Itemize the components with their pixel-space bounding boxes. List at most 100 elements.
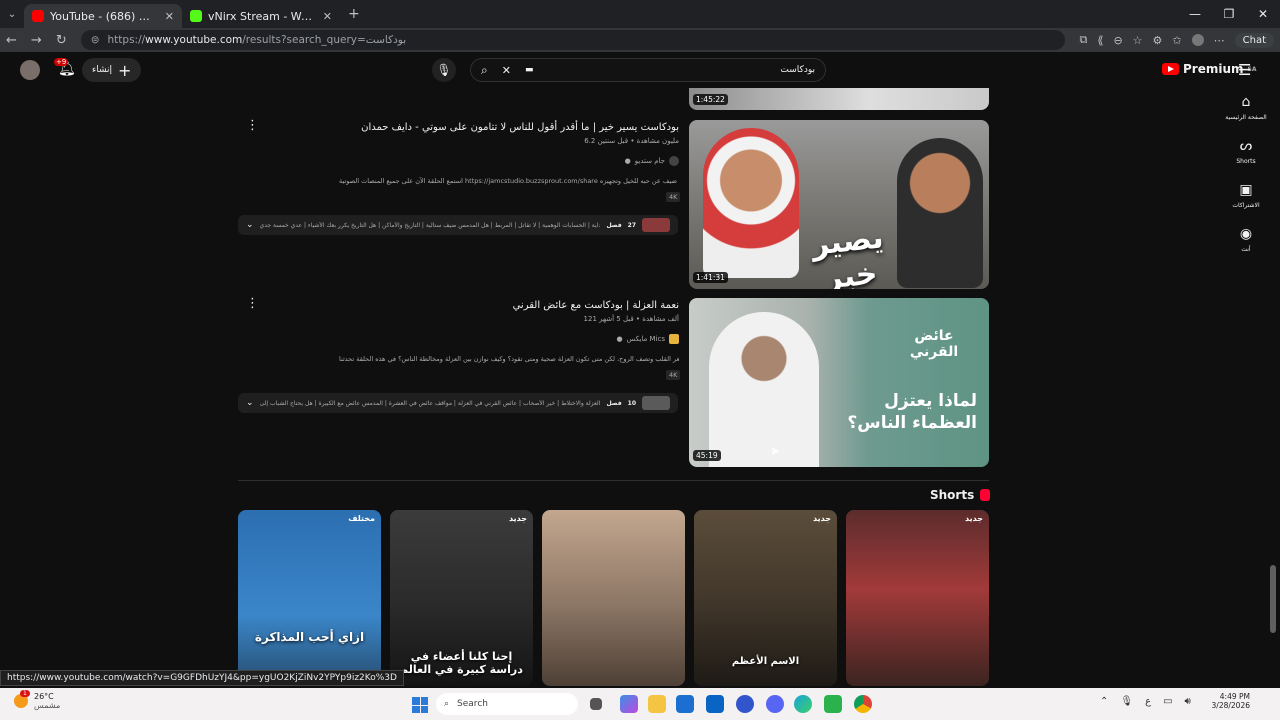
rail-item-you[interactable]: ◉ أنت — [1218, 226, 1274, 270]
forward-icon[interactable]: → — [31, 33, 42, 48]
short-card[interactable] — [542, 510, 685, 686]
more-actions-icon[interactable]: ⋮ — [246, 296, 259, 311]
rail-item-subscriptions[interactable]: ▣ الاشتراكات — [1218, 182, 1274, 226]
restore-icon[interactable]: ❐ — [1212, 0, 1246, 28]
short-card[interactable]: جديد إحنا كلنا أعضاء في دراسة كبيرة في ا… — [390, 510, 533, 686]
notification-count-badge: +9 — [54, 58, 69, 66]
new-tab-button[interactable]: + — [340, 6, 368, 22]
vpn-icon[interactable] — [736, 695, 754, 713]
duration-badge: 1:45:22 — [693, 94, 728, 105]
minimize-icon[interactable]: — — [1178, 0, 1212, 28]
tab-youtube[interactable]: YouTube - بودكاست (686) ✕ — [24, 4, 182, 28]
create-button[interactable]: إنشاء + — [82, 58, 142, 82]
zoom-icon[interactable]: ⊖ — [1113, 34, 1122, 47]
task-view-icon[interactable] — [590, 698, 602, 710]
chrome-icon[interactable] — [854, 695, 872, 713]
more-options-icon[interactable]: ⋯ — [1214, 34, 1225, 47]
kick-favicon-icon — [190, 10, 202, 22]
taskbar-search[interactable]: ⌕ Search — [436, 693, 578, 715]
section-divider — [238, 480, 989, 481]
tab-close-icon[interactable]: ✕ — [165, 10, 174, 23]
video-thumbnail[interactable]: 1:45:22 — [689, 88, 989, 110]
search-icon[interactable]: ⌕ — [481, 63, 488, 78]
reload-icon[interactable]: ↻ — [56, 33, 67, 48]
plus-icon: + — [118, 60, 132, 80]
tab-list-chevron-icon[interactable]: ⌄ — [0, 9, 24, 20]
system-tray: ⌃ 🎙︎ ع ▭ 🔊︎ — [1100, 696, 1191, 707]
chapters-list: المقدمة | العزلة والاختلاط | خير الأصحاب… — [259, 399, 601, 407]
tab-kick[interactable]: vNirx Stream - Watch Live on Kick ✕ — [182, 4, 340, 28]
search-box[interactable]: ⌕ ✕ ▬ بودكاست — [470, 58, 826, 82]
install-app-icon[interactable]: ⧉ — [1079, 33, 1087, 47]
expand-chapters-icon[interactable]: ⌄ — [246, 220, 254, 230]
page-scrollbar-thumb[interactable] — [1270, 565, 1276, 633]
copilot-chat-button[interactable]: Chat — [1234, 32, 1274, 48]
short-caption: الاسم الأعظم — [731, 656, 800, 667]
discord-icon[interactable] — [766, 695, 784, 713]
store-icon[interactable] — [676, 695, 694, 713]
file-explorer-icon[interactable] — [648, 695, 666, 713]
weather-text: 26°C مشمس — [34, 692, 61, 710]
short-card[interactable]: جديد الاسم الأعظم — [694, 510, 837, 686]
windows-taskbar: 1 26°C مشمس ⌕ Search ⌃ 🎙︎ ع ▭ 🔊︎ 4:49 PM … — [0, 688, 1280, 720]
rail-label: الصفحة الرئيسية — [1225, 114, 1267, 121]
start-windows-icon[interactable] — [412, 697, 428, 713]
outlook-icon[interactable] — [706, 695, 724, 713]
clear-search-icon[interactable]: ✕ — [502, 64, 511, 77]
input-language[interactable]: ع — [1145, 696, 1151, 707]
system-clock[interactable]: 4:49 PM 3/28/2026 — [1210, 692, 1250, 710]
favorite-star-icon[interactable]: ☆ — [1133, 34, 1143, 47]
weather-widget[interactable]: 1 26°C مشمس — [14, 690, 61, 710]
url-field[interactable]: ⊜ https://www.youtube.com/results?search… — [80, 30, 1066, 50]
keyboard-icon[interactable]: ▬ — [525, 65, 534, 75]
microphone-icon[interactable]: 🎙︎ — [1120, 696, 1133, 707]
chapters-word: فصل — [606, 221, 622, 229]
short-card[interactable]: مختلف ازاي أحب المذاكرة — [238, 510, 381, 686]
address-bar-row: ← → ↻ ⊜ https://www.youtube.com/results?… — [0, 28, 1280, 52]
network-icon[interactable]: ▭ — [1163, 696, 1172, 707]
short-caption: ازاي أحب المذاكرة — [254, 630, 365, 644]
tab-title: vNirx Stream - Watch Live on Kick — [208, 9, 317, 23]
chapters-strip[interactable]: ⌄ تحويلة | البداية | الحسابات الوهمية | … — [238, 215, 678, 235]
clock-date: 3/28/2026 — [1211, 701, 1250, 710]
short-tag: جديد — [508, 514, 527, 523]
expand-chapters-icon[interactable]: ⌄ — [246, 398, 254, 408]
account-avatar[interactable] — [20, 60, 40, 80]
channel-row[interactable]: ● مايكس Mics — [617, 334, 679, 344]
translate-icon[interactable]: ⟪ — [1097, 34, 1103, 47]
voice-search-mic-icon[interactable]: 🎙︎ — [432, 58, 456, 82]
favorites-icon[interactable]: ✩ — [1172, 34, 1181, 47]
tray-chevron-icon[interactable]: ⌃ — [1100, 696, 1108, 707]
copilot-icon[interactable] — [620, 695, 638, 713]
short-card[interactable]: جديد — [846, 510, 989, 686]
more-actions-icon[interactable]: ⋮ — [246, 118, 259, 133]
site-info-icon[interactable]: ⊜ — [91, 34, 100, 46]
edge-icon[interactable] — [794, 695, 812, 713]
app-icon[interactable] — [824, 695, 842, 713]
verified-icon: ● — [616, 335, 623, 343]
youtube-play-icon — [1162, 63, 1179, 75]
hamburger-menu-icon[interactable]: ☰ — [1238, 61, 1251, 79]
rail-item-home[interactable]: ⌂ الصفحة الرئيسية — [1218, 94, 1274, 138]
video-title[interactable]: نعمة العزلة | بودكاست مع عائض القرني — [513, 300, 679, 311]
chapters-strip[interactable]: ⌄ المقدمة | العزلة والاختلاط | خير الأصح… — [238, 393, 678, 413]
video-thumbnail[interactable]: يصير خير 1:41:31 — [689, 120, 989, 289]
thumbnail-title-art: يصير خير — [810, 220, 886, 289]
back-icon[interactable]: ← — [6, 33, 17, 48]
thumbnail-person-right — [897, 138, 983, 288]
profile-icon[interactable] — [1191, 34, 1204, 46]
tab-close-icon[interactable]: ✕ — [323, 10, 332, 23]
search-input[interactable]: بودكاست — [547, 65, 815, 75]
chapters-count: 27 — [627, 221, 636, 229]
tab-title: YouTube - بودكاست (686) — [50, 9, 159, 23]
you-icon: ◉ — [1239, 226, 1253, 242]
volume-icon[interactable]: 🔊︎ — [1185, 696, 1191, 707]
short-caption: إحنا كلنا أعضاء في دراسة كبيرة في العالم — [400, 650, 523, 676]
window-controls: — ❐ ✕ — [1178, 0, 1280, 28]
extensions-icon[interactable]: ⚙ — [1153, 34, 1163, 47]
rail-item-shorts[interactable]: ᔕ Shorts — [1218, 138, 1274, 182]
video-title[interactable]: بودكاست يسير خير | ما أقدر أقول للناس لا… — [361, 122, 679, 133]
channel-row[interactable]: ● جام ستديو — [625, 156, 679, 166]
video-thumbnail[interactable]: عائض القرني لماذا يعتزل العظماء الناس؟ 4… — [689, 298, 989, 467]
close-window-icon[interactable]: ✕ — [1246, 0, 1280, 28]
